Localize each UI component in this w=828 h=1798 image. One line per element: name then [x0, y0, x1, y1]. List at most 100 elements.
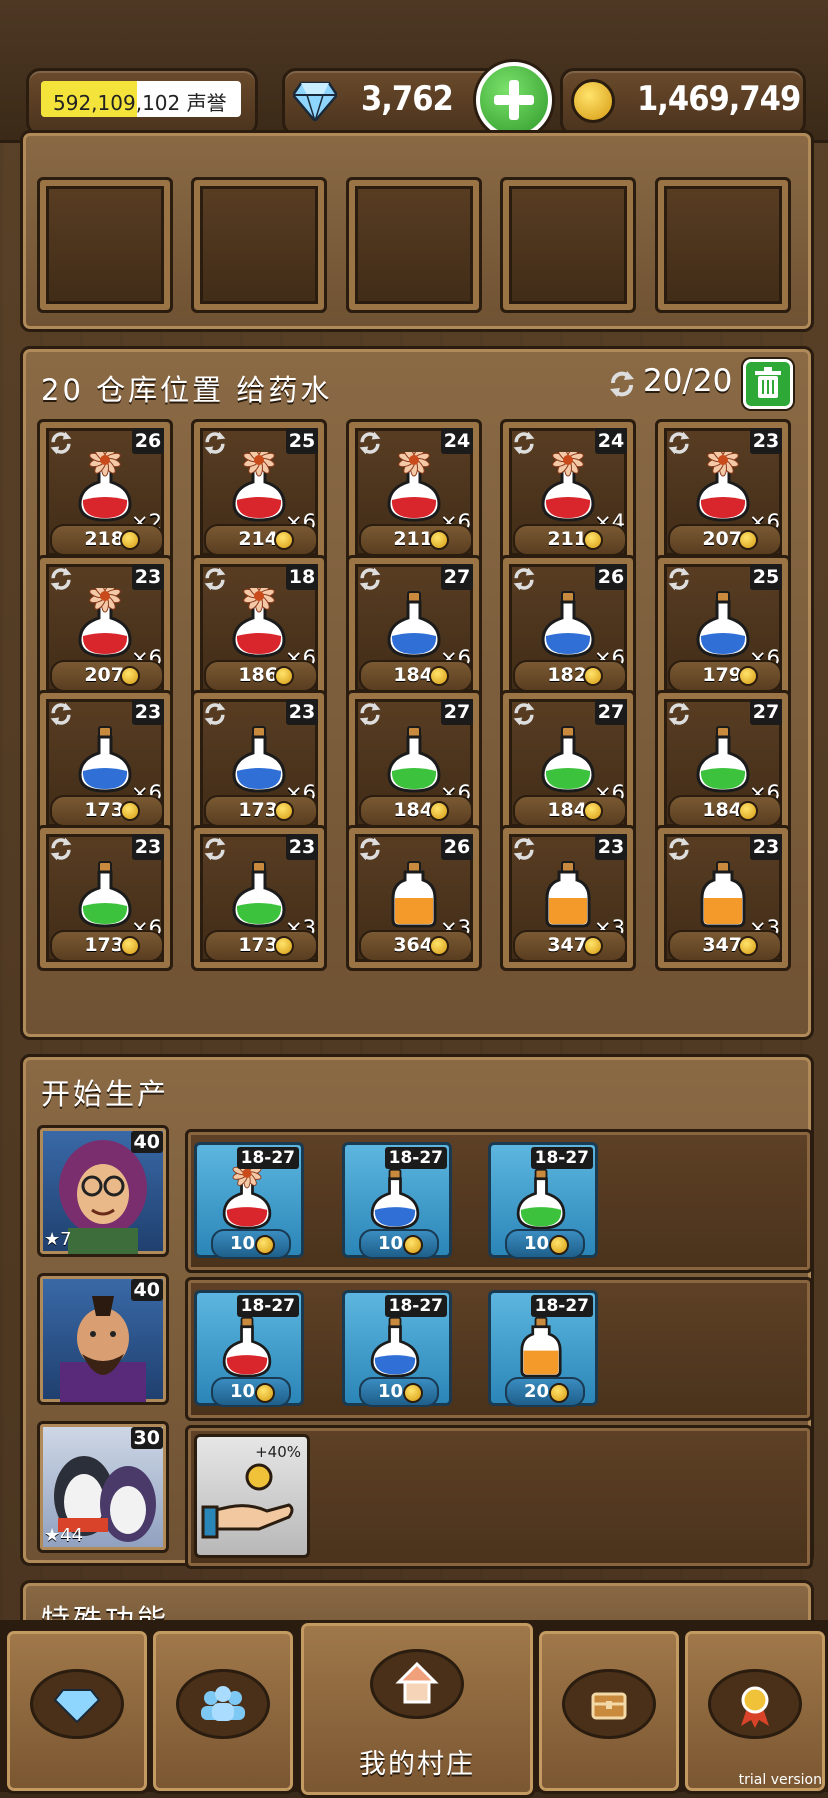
nav-shop-gems[interactable] — [4, 1628, 150, 1794]
recipe-card[interactable]: 18-27 10 — [342, 1290, 452, 1407]
reputation-value: 592,109,102 声誉 — [53, 91, 227, 115]
production-panel: 开始生产 40 ★7 18-27 10 18-27 10 18-27 10 40… — [20, 1054, 814, 1569]
orange-potion-icon — [533, 858, 603, 928]
coin-icon — [120, 530, 140, 550]
people-icon — [201, 1686, 245, 1721]
empty-slot[interactable] — [346, 177, 482, 313]
potion-price: 218 — [50, 524, 164, 556]
red-flower-potion-icon — [215, 1158, 279, 1233]
empty-slot[interactable] — [37, 177, 173, 313]
recipe-level-range: 18-27 — [236, 1295, 299, 1317]
recipe-card[interactable]: 18-27 10 — [194, 1290, 304, 1407]
warehouse-slot[interactable]: 23 ×3 347 — [500, 825, 636, 971]
red-flower-potion-icon — [533, 443, 603, 522]
nav-village-label: 我的村庄 — [359, 1749, 475, 1780]
worker-stars: ★44 — [44, 1525, 84, 1546]
potion-level: 23 — [132, 699, 164, 725]
potion-level: 27 — [595, 699, 627, 725]
nav-icon-bg — [30, 1669, 124, 1739]
reputation-bar: 592,109,102 声誉 — [41, 81, 241, 117]
recipe-level-range: 18-27 — [236, 1147, 299, 1169]
nav-treasure[interactable] — [536, 1628, 682, 1794]
warehouse-slot[interactable]: 27 ×6 184 — [346, 555, 482, 701]
blue-potion-icon — [363, 1163, 427, 1233]
red-flower-potion-icon — [224, 579, 294, 658]
empty-slot[interactable] — [191, 177, 327, 313]
coin-icon — [583, 530, 603, 550]
warehouse-slot[interactable]: 18 ×6 186 — [191, 555, 327, 701]
worker-level: 40 — [130, 1279, 163, 1301]
warehouse-slot[interactable]: 23 ×3 173 — [191, 825, 327, 971]
potion-price: 211 — [359, 524, 473, 556]
buy-gems-button[interactable] — [476, 62, 552, 138]
empty-slot[interactable] — [655, 177, 791, 313]
potion-level: 23 — [286, 699, 318, 725]
recipe-card[interactable]: 18-27 10 — [194, 1142, 304, 1259]
gold-boost-card[interactable]: +40% — [194, 1434, 310, 1558]
potion-level: 26 — [132, 428, 164, 454]
warehouse-slot[interactable]: 23 ×6 207 — [37, 555, 173, 701]
warehouse-slot[interactable]: 24 ×4 211 — [500, 419, 636, 565]
recipe-card[interactable]: 18-27 20 — [488, 1290, 598, 1407]
orange-potion-icon — [509, 1311, 573, 1381]
coin-icon — [429, 801, 449, 821]
coin-icon — [274, 936, 294, 956]
coin-icon — [738, 666, 758, 686]
warehouse-slot[interactable]: 24 ×6 211 — [346, 419, 482, 565]
recipe-card[interactable]: 18-27 10 — [488, 1142, 598, 1259]
warehouse-slot[interactable]: 27 ×6 184 — [500, 690, 636, 836]
coin-icon — [583, 936, 603, 956]
recipe-card[interactable]: 18-27 10 — [342, 1142, 452, 1259]
worker-portrait-wizard[interactable]: 40 — [37, 1273, 169, 1405]
warehouse-slot[interactable]: 25 ×6 179 — [655, 555, 791, 701]
potion-level: 27 — [441, 564, 473, 590]
warehouse-slot[interactable]: 26 ×3 364 — [346, 825, 482, 971]
gold-pill[interactable]: 1,469,749 — [560, 68, 806, 136]
empty-slots-panel — [20, 130, 814, 332]
coin-icon — [429, 936, 449, 956]
potion-price: 214 — [204, 524, 318, 556]
blue-potion-icon — [533, 588, 603, 658]
production-track: 18-27 10 18-27 10 18-27 10 — [185, 1129, 813, 1273]
potion-price: 364 — [359, 930, 473, 962]
potion-level: 26 — [441, 834, 473, 860]
coin-icon — [738, 530, 758, 550]
green-potion-icon — [533, 723, 603, 793]
potion-level: 24 — [595, 428, 627, 454]
worker-portrait-penguins[interactable]: 30 ★44 — [37, 1421, 169, 1553]
potion-level: 23 — [750, 428, 782, 454]
warehouse-slot[interactable]: 27 ×6 184 — [346, 690, 482, 836]
warehouse-slot[interactable]: 23 ×6 207 — [655, 419, 791, 565]
warehouse-slot[interactable]: 23 ×6 173 — [191, 690, 327, 836]
warehouse-capacity: 20/20 — [643, 363, 733, 399]
green-potion-icon — [224, 858, 294, 928]
recipe-level-range: 18-27 — [384, 1295, 447, 1317]
potion-price: 211 — [513, 524, 627, 556]
warehouse-panel: 20 仓库位置 给药水 20/20 26 ×2 218 25 ×6 214 24 ×6 211 2… — [20, 346, 814, 1040]
worker-portrait-witch[interactable]: 40 ★7 — [37, 1125, 169, 1257]
red-potion-icon — [215, 1311, 279, 1381]
warehouse-slot[interactable]: 25 ×6 214 — [191, 419, 327, 565]
reputation-pill[interactable]: 592,109,102 声誉 — [26, 68, 258, 136]
empty-slot[interactable] — [500, 177, 636, 313]
green-potion-icon — [70, 858, 140, 928]
nav-my-village[interactable]: 我的村庄 — [298, 1620, 536, 1798]
warehouse-slot[interactable]: 27 ×6 184 — [655, 690, 791, 836]
warehouse-slot[interactable]: 26 ×2 218 — [37, 419, 173, 565]
nav-achievements[interactable] — [682, 1628, 828, 1794]
potion-price: 184 — [513, 795, 627, 827]
coin-icon — [403, 1383, 423, 1403]
trash-button[interactable] — [743, 359, 793, 409]
potion-price: 207 — [50, 660, 164, 692]
warehouse-slot[interactable]: 23 ×6 173 — [37, 825, 173, 971]
warehouse-slot[interactable]: 23 ×3 347 — [655, 825, 791, 971]
nav-people[interactable] — [150, 1628, 296, 1794]
warehouse-slot[interactable]: 26 ×6 182 — [500, 555, 636, 701]
treasure-chest-icon — [591, 1692, 627, 1720]
recipe-cost: 10 — [359, 1229, 439, 1259]
refresh-icon[interactable] — [607, 369, 637, 399]
warehouse-slot[interactable]: 23 ×6 173 — [37, 690, 173, 836]
worker-level: 40 — [130, 1131, 163, 1153]
production-track: +40% — [185, 1425, 813, 1569]
coin-icon — [549, 1235, 569, 1255]
